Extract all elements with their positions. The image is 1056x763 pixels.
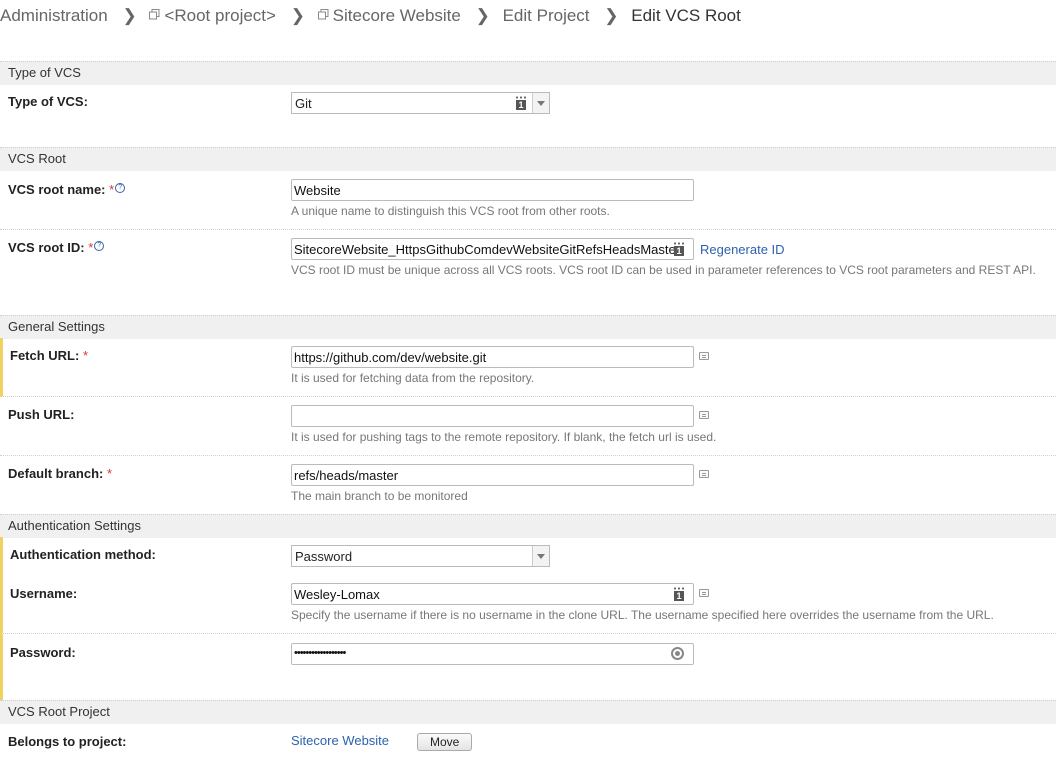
breadcrumb-separator-icon: ❯	[604, 5, 619, 25]
belongs-to-project-link[interactable]: Sitecore Website	[291, 733, 389, 748]
fetch-url-field: https://github.com/dev/website.git	[291, 346, 709, 368]
fetch-url-label: Fetch URL: *	[10, 348, 89, 363]
push-url-field	[291, 405, 709, 427]
project-icon	[317, 9, 329, 20]
username-label: Username:	[10, 586, 78, 601]
section-type-of-vcs: Type of VCS	[0, 61, 1056, 85]
default-branch-hint: The main branch to be monitored	[291, 489, 468, 503]
move-button[interactable]: Move	[417, 733, 473, 751]
push-url-label: Push URL:	[8, 407, 75, 422]
section-authentication-settings: Authentication Settings	[0, 514, 1056, 538]
breadcrumb-sitecore-website[interactable]: Sitecore Website	[333, 6, 461, 26]
help-icon[interactable]: ?	[115, 182, 126, 193]
parameter-icon[interactable]: 1	[673, 587, 685, 601]
auth-method-value: Password	[295, 549, 353, 564]
regenerate-id-link[interactable]: Regenerate ID	[700, 242, 785, 257]
row-push-url: Push URL: It is used for pushing tags to…	[0, 397, 1056, 456]
root-id-input[interactable]: SitecoreWebsite_HttpsGithubComdevWebsite…	[291, 238, 694, 260]
vcs-type-value: Git	[295, 96, 312, 111]
root-name-input[interactable]: Website	[291, 179, 694, 201]
parameter-icon[interactable]: 1	[515, 96, 527, 110]
auth-method-field: Password	[291, 545, 550, 567]
section-vcs-root-project: VCS Root Project	[0, 700, 1056, 724]
row-username: Username: Wesley-Lomax 1 Specify the use…	[0, 575, 1056, 634]
row-vcs-type: Type of VCS: Git 1	[0, 85, 1056, 147]
row-root-id: VCS root ID: *? SitecoreWebsite_HttpsGit…	[0, 230, 1056, 315]
breadcrumb-separator-icon: ❯	[475, 5, 490, 25]
username-field: Wesley-Lomax 1	[291, 583, 709, 605]
breadcrumb-edit-project[interactable]: Edit Project	[503, 6, 590, 26]
default-branch-field: refs/heads/master	[291, 464, 709, 486]
vcs-type-select[interactable]: Git 1	[291, 92, 550, 114]
root-name-label: VCS root name: *?	[8, 182, 126, 197]
vcs-type-label: Type of VCS:	[8, 94, 88, 109]
breadcrumb-root-project[interactable]: <Root project>	[164, 6, 276, 26]
fetch-url-input[interactable]: https://github.com/dev/website.git	[291, 346, 694, 368]
belongs-to-project-label: Belongs to project:	[8, 734, 127, 749]
row-fetch-url: Fetch URL: * https://github.com/dev/webs…	[0, 338, 1056, 397]
auth-method-select[interactable]: Password	[291, 545, 550, 567]
help-icon[interactable]: ?	[94, 240, 105, 251]
password-field: ••••••••••••••••••	[291, 643, 694, 665]
password-input[interactable]: ••••••••••••••••••	[291, 643, 694, 665]
root-id-field: SitecoreWebsite_HttpsGithubComdevWebsite…	[291, 238, 694, 260]
push-url-hint: It is used for pushing tags to the remot…	[291, 430, 717, 444]
default-branch-label: Default branch: *	[8, 466, 113, 481]
breadcrumb-separator-icon: ❯	[122, 5, 137, 25]
root-name-hint: A unique name to distinguish this VCS ro…	[291, 204, 610, 218]
root-id-hint: VCS root ID must be unique across all VC…	[291, 263, 1036, 277]
vcs-type-field: Git 1	[291, 92, 550, 114]
notes-icon[interactable]	[699, 411, 709, 419]
fetch-url-hint: It is used for fetching data from the re…	[291, 371, 535, 385]
breadcrumb-administration[interactable]: Administration	[0, 6, 108, 26]
parameter-icon[interactable]: 1	[673, 242, 685, 256]
notes-icon[interactable]	[699, 470, 709, 478]
root-name-field: Website	[291, 179, 694, 201]
username-hint: Specify the username if there is no user…	[291, 608, 994, 622]
notes-icon[interactable]	[699, 352, 709, 360]
breadcrumb-separator-icon: ❯	[290, 5, 305, 25]
root-id-label: VCS root ID: *?	[8, 240, 105, 255]
row-belongs-to-project: Belongs to project: Sitecore Website Mov…	[0, 724, 1056, 763]
password-label: Password:	[10, 645, 76, 660]
push-url-input[interactable]	[291, 405, 694, 427]
project-icon	[149, 9, 160, 20]
row-password: Password: ••••••••••••••••••	[0, 634, 1056, 700]
notes-icon[interactable]	[699, 589, 709, 597]
breadcrumb-current-page: Edit VCS Root	[631, 5, 741, 25]
row-root-name: VCS root name: *? Website A unique name …	[0, 171, 1056, 230]
password-reveal-icon[interactable]	[671, 647, 684, 660]
dropdown-arrow-icon[interactable]	[532, 546, 549, 566]
auth-method-label: Authentication method:	[10, 547, 156, 562]
default-branch-input[interactable]: refs/heads/master	[291, 464, 694, 486]
section-general-settings: General Settings	[0, 315, 1056, 339]
row-default-branch: Default branch: * refs/heads/master The …	[0, 456, 1056, 514]
row-auth-method: Authentication method: Password	[0, 537, 1056, 575]
section-vcs-root: VCS Root	[0, 147, 1056, 171]
breadcrumb: Administration ❯ <Root project> ❯ Siteco…	[0, 5, 741, 27]
dropdown-arrow-icon[interactable]	[532, 93, 549, 113]
username-input[interactable]: Wesley-Lomax	[291, 583, 694, 605]
